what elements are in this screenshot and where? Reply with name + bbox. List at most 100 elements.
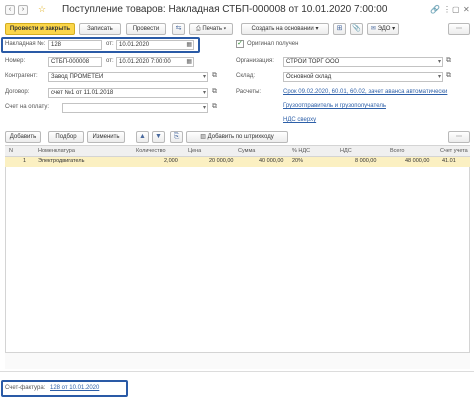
print-label: Печать <box>202 26 222 32</box>
column-header-vat-rate[interactable]: % НДС <box>292 148 310 154</box>
title-bar: ‹ › ☆ Поступление товаров: Накладная СТБ… <box>0 0 474 20</box>
number-date-label: от: <box>106 58 114 64</box>
contract-label: Договор: <box>5 89 30 95</box>
table-more-button[interactable]: ⋯ <box>448 131 470 143</box>
column-header-price[interactable]: Цена <box>188 148 201 154</box>
open-icon[interactable]: ⧉ <box>446 72 451 80</box>
maximize-icon[interactable]: ▢ <box>452 5 460 14</box>
number-date-value: 10.01.2020 7:00:00 <box>119 59 171 65</box>
close-icon[interactable]: ✕ <box>463 5 470 14</box>
footer-invoice-link[interactable]: 128 от 10.01.2020 <box>50 385 99 391</box>
copy-icon[interactable]: ⎘ <box>170 131 183 143</box>
column-header-qty[interactable]: Количество <box>136 148 166 154</box>
invoice-date-field[interactable]: 10.01.2020 ▦ <box>116 40 194 50</box>
more-icon[interactable]: ⋮ <box>443 5 451 14</box>
invoice-date-label: от: <box>106 41 114 47</box>
cell-qty[interactable]: 2,000 <box>164 158 178 164</box>
column-header-n[interactable]: N <box>9 148 13 154</box>
more-actions-button[interactable]: ⋯ <box>448 23 470 35</box>
cell-account[interactable]: 41.01 <box>442 158 456 164</box>
column-header-account[interactable]: Счет учета <box>440 148 468 154</box>
chevron-down-icon: ▾ <box>392 26 396 32</box>
shipper-consignee-link[interactable]: Грузоотправитель и грузополучатель <box>283 103 386 109</box>
column-header-total[interactable]: Всего <box>390 148 404 154</box>
contractor-value: Завод ПРОМЕТЕЙ <box>51 74 104 80</box>
printer-icon: ⎙ <box>195 26 201 32</box>
structure-icon[interactable]: ⊞ <box>333 23 346 35</box>
number-field[interactable]: СТБП-000008 <box>48 57 102 67</box>
column-header-sum[interactable]: Сумма <box>238 148 255 154</box>
create-based-on-button[interactable]: Создать на основании ▾ <box>241 23 329 35</box>
cell-total[interactable]: 48 000,00 <box>405 158 429 164</box>
open-icon[interactable]: ⧉ <box>212 103 217 111</box>
cell-vat[interactable]: 8 000,00 <box>355 158 376 164</box>
page-title: Поступление товаров: Накладная СТБП-0000… <box>62 4 388 15</box>
link-icon[interactable]: 🔗 <box>430 5 440 14</box>
contract-value: счет №1 от 11.01.2018 <box>51 90 114 96</box>
settlements-link[interactable]: Срок 09.02.2020, 60.01, 60.02, зачет ава… <box>283 89 447 95</box>
pick-button[interactable]: Подбор <box>48 131 84 143</box>
cell-item[interactable]: Электродвигатель <box>38 158 84 164</box>
table-header: N Номенклатура Количество Цена Сумма % Н… <box>5 145 470 157</box>
move-up-icon[interactable]: ▲ <box>136 131 149 143</box>
warehouse-label: Склад: <box>236 73 256 79</box>
contractor-field[interactable]: Завод ПРОМЕТЕЙ ▾ <box>48 72 208 82</box>
chevron-down-icon: ▾ <box>315 26 319 32</box>
edo-button[interactable]: ✉ ЭДО ▾ <box>367 23 399 35</box>
footer-invoice-label: Счет-фактура: <box>5 385 46 391</box>
cell-n: 1 <box>23 158 27 164</box>
calendar-icon[interactable]: ▦ <box>186 58 192 66</box>
warehouse-value: Основной склад <box>286 74 332 80</box>
star-icon[interactable]: ☆ <box>38 4 46 15</box>
cell-price[interactable]: 20 000,00 <box>209 158 233 164</box>
warehouse-field[interactable]: Основной склад ▾ <box>283 72 443 82</box>
add-by-barcode-label: Добавить по штрихкоду <box>207 134 274 140</box>
chevron-down-icon[interactable]: ▾ <box>203 89 206 97</box>
add-by-barcode-button[interactable]: ▥ Добавить по штрихкоду <box>186 131 288 143</box>
chevron-down-icon: ▾ <box>223 26 227 32</box>
back-icon[interactable]: ‹ <box>5 5 15 15</box>
forward-icon[interactable]: › <box>18 5 28 15</box>
add-row-button[interactable]: Добавить <box>5 131 41 143</box>
post-and-close-button[interactable]: Провести и закрыть <box>5 23 75 35</box>
write-button[interactable]: Записать <box>79 23 121 35</box>
calendar-icon[interactable]: ▦ <box>186 41 192 49</box>
edo-label: ЭДО <box>377 26 391 32</box>
original-received-checkbox[interactable]: ✓ <box>236 40 244 48</box>
goods-table <box>5 145 470 369</box>
invoice-for-payment-field[interactable]: ▾ <box>62 103 208 113</box>
invoice-for-payment-label: Счет на оплату: <box>5 104 50 110</box>
divider <box>0 371 474 372</box>
chevron-down-icon[interactable]: ▾ <box>203 73 206 81</box>
organization-value: СТРОЙ ТОРГ ООО <box>286 59 340 65</box>
chevron-down-icon[interactable]: ▾ <box>203 104 206 112</box>
organization-field[interactable]: СТРОЙ ТОРГ ООО ▾ <box>283 57 443 67</box>
attachment-icon[interactable]: 📎 <box>350 23 363 35</box>
more-icon: ⋯ <box>456 134 462 140</box>
invoice-number-field[interactable]: 128 <box>48 40 102 50</box>
number-date-field[interactable]: 10.01.2020 7:00:00 ▦ <box>116 57 194 67</box>
invoice-number-label: Накладная №: <box>5 41 46 47</box>
more-icon: ⋯ <box>456 26 462 32</box>
chevron-down-icon[interactable]: ▾ <box>438 58 441 66</box>
original-received-label: Оригинал получен <box>247 41 299 47</box>
print-button[interactable]: ⎙ Печать ▾ <box>189 23 233 35</box>
column-header-vat[interactable]: НДС <box>340 148 352 154</box>
dt-kt-icon[interactable]: ⇆ <box>172 23 185 35</box>
open-icon[interactable]: ⧉ <box>446 57 451 65</box>
column-header-item[interactable]: Номенклатура <box>38 148 75 154</box>
open-icon[interactable]: ⧉ <box>212 72 217 80</box>
contract-field[interactable]: счет №1 от 11.01.2018 ▾ <box>48 88 208 98</box>
barcode-icon: ▥ <box>200 134 206 140</box>
open-icon[interactable]: ⧉ <box>212 88 217 96</box>
cell-sum[interactable]: 40 000,00 <box>259 158 283 164</box>
invoice-date-value: 10.01.2020 <box>119 42 150 48</box>
organization-label: Организация: <box>236 58 274 64</box>
move-down-icon[interactable]: ▼ <box>152 131 165 143</box>
post-button[interactable]: Провести <box>126 23 166 35</box>
chevron-down-icon[interactable]: ▾ <box>438 73 441 81</box>
table-row[interactable]: 1 Электродвигатель 2,000 20 000,00 40 00… <box>5 157 470 167</box>
change-button[interactable]: Изменить <box>87 131 125 143</box>
cell-vat-rate[interactable]: 20% <box>292 158 303 164</box>
vat-on-top-link[interactable]: НДС сверху <box>283 117 316 123</box>
